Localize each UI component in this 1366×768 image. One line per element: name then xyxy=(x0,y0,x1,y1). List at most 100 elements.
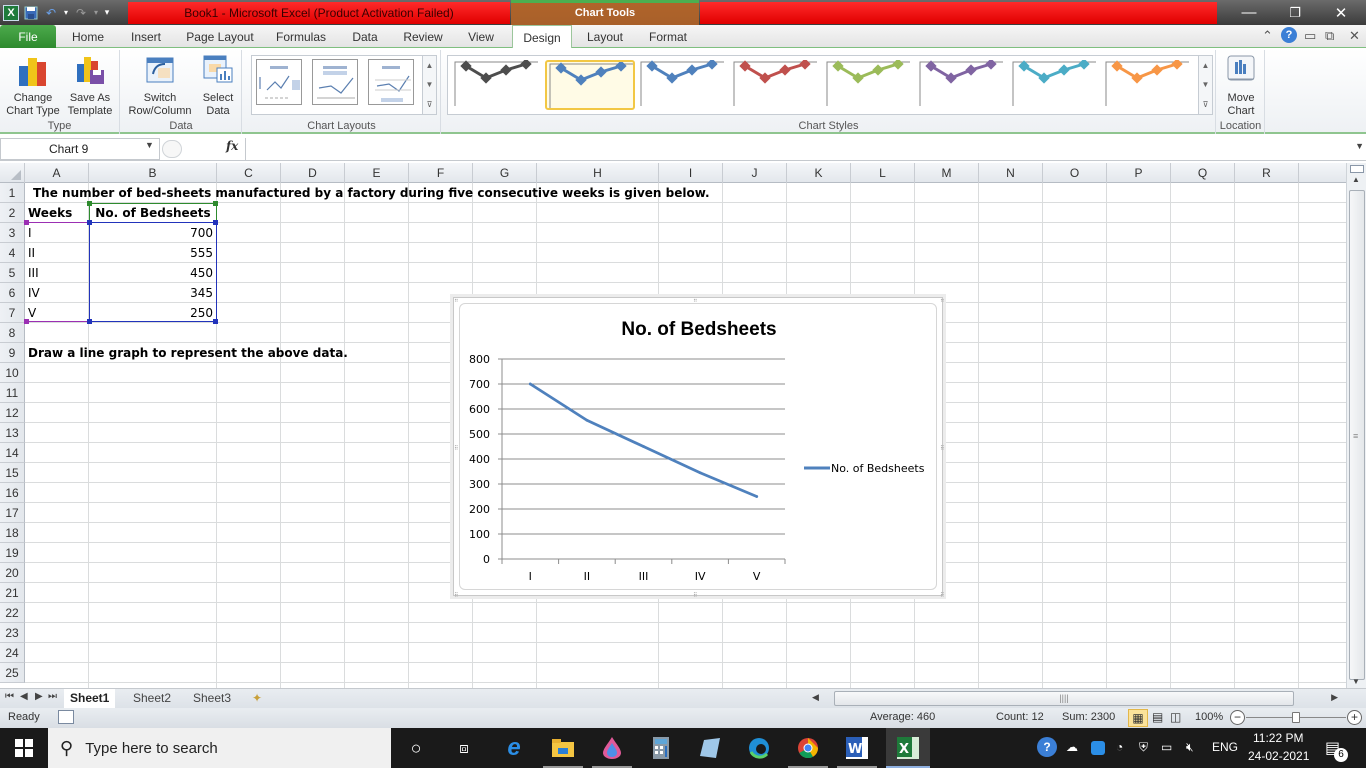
range-handle[interactable] xyxy=(24,220,29,225)
tab-formulas[interactable]: Formulas xyxy=(268,25,334,48)
range-handle[interactable] xyxy=(87,220,92,225)
macro-record-icon[interactable] xyxy=(58,710,74,724)
column-header-d[interactable]: D xyxy=(281,163,345,183)
row-header-10[interactable]: 10 xyxy=(0,363,25,383)
redo-dropdown-icon[interactable]: ▾ xyxy=(92,4,100,22)
change-chart-type-button[interactable]: Change Chart Type xyxy=(4,52,62,118)
cell-b2[interactable]: No. of Bedsheets xyxy=(89,203,217,223)
column-header-e[interactable]: E xyxy=(345,163,409,183)
column-header-r[interactable]: R xyxy=(1235,163,1299,183)
chart-style-4[interactable] xyxy=(731,58,821,110)
sheet-tab-sheet1[interactable]: Sheet1 xyxy=(64,689,116,708)
row-header-6[interactable]: 6 xyxy=(0,283,25,303)
chart-style-5[interactable] xyxy=(824,58,914,110)
range-handle[interactable] xyxy=(87,319,92,324)
row-header-22[interactable]: 22 xyxy=(0,603,25,623)
wifi-icon[interactable]: ◔ xyxy=(1116,740,1123,754)
workbook-minimize-icon[interactable]: ▭ xyxy=(1304,28,1316,44)
sheet-tab-sheet2[interactable]: Sheet2 xyxy=(127,689,177,708)
column-header-p[interactable]: P xyxy=(1107,163,1171,183)
word-icon[interactable]: W xyxy=(837,733,877,763)
task-view-icon[interactable]: ⧈ xyxy=(444,733,484,763)
column-header-k[interactable]: K xyxy=(787,163,851,183)
chart-style-2[interactable] xyxy=(545,60,635,110)
insert-function-icon[interactable]: fx xyxy=(226,139,238,153)
row-header-1[interactable]: 1 xyxy=(0,183,25,203)
range-handle[interactable] xyxy=(213,201,218,206)
row-header-11[interactable]: 11 xyxy=(0,383,25,403)
select-data-button[interactable]: Select Data xyxy=(197,52,239,118)
scroll-right-icon[interactable]: ▶ xyxy=(1331,692,1338,703)
normal-view-icon[interactable]: ▦ xyxy=(1128,709,1148,727)
cell-a2[interactable]: Weeks xyxy=(28,203,72,223)
workbook-restore-icon[interactable]: ⧉ xyxy=(1325,28,1334,44)
paint3d-icon[interactable] xyxy=(592,733,632,763)
cell-a9[interactable]: Draw a line graph to represent the above… xyxy=(28,343,348,363)
row-header-23[interactable]: 23 xyxy=(0,623,25,643)
help-tray-icon[interactable]: ? xyxy=(1037,737,1057,757)
chart-layout-2[interactable] xyxy=(312,59,358,105)
tab-page-layout[interactable]: Page Layout xyxy=(180,25,260,48)
workbook-close-icon[interactable]: ✕ xyxy=(1349,28,1360,44)
range-handle[interactable] xyxy=(213,319,218,324)
column-header-l[interactable]: L xyxy=(851,163,915,183)
zoom-in-button[interactable]: + xyxy=(1347,710,1362,725)
tab-file[interactable]: File xyxy=(0,25,56,48)
chart-style-1[interactable] xyxy=(452,58,542,110)
column-header-a[interactable]: A xyxy=(25,163,89,183)
cell-a3[interactable]: I xyxy=(28,223,32,243)
cell-b6[interactable]: 345 xyxy=(89,283,213,303)
customize-qat-icon[interactable]: ▾ xyxy=(102,4,112,22)
excel-icon[interactable]: X xyxy=(886,728,930,768)
horizontal-scrollbar[interactable]: ◀ |||| ▶ xyxy=(808,691,1338,707)
row-header-18[interactable]: 18 xyxy=(0,523,25,543)
row-header-9[interactable]: 9 xyxy=(0,343,25,363)
prev-sheet-icon[interactable]: ◀ xyxy=(20,691,28,702)
calculator-icon[interactable] xyxy=(641,733,681,763)
row-header-13[interactable]: 13 xyxy=(0,423,25,443)
row-header-3[interactable]: 3 xyxy=(0,223,25,243)
row-header-8[interactable]: 8 xyxy=(0,323,25,343)
close-button[interactable]: ✕ xyxy=(1318,0,1364,25)
row-header-20[interactable]: 20 xyxy=(0,563,25,583)
tab-home[interactable]: Home xyxy=(62,25,114,48)
chart-layout-3[interactable] xyxy=(368,59,414,105)
row-header-7[interactable]: 7 xyxy=(0,303,25,323)
range-handle[interactable] xyxy=(87,201,92,206)
move-chart-button[interactable]: Move Chart xyxy=(1219,52,1263,118)
save-icon[interactable] xyxy=(22,4,40,22)
chrome-icon[interactable] xyxy=(788,733,828,763)
row-header-16[interactable]: 16 xyxy=(0,483,25,503)
chart-style-3[interactable] xyxy=(638,58,728,110)
row-header-25[interactable]: 25 xyxy=(0,663,25,683)
formula-input[interactable] xyxy=(245,138,1350,160)
row-header-5[interactable]: 5 xyxy=(0,263,25,283)
cell-a4[interactable]: II xyxy=(28,243,35,263)
tab-view[interactable]: View xyxy=(458,25,504,48)
chart-style-8[interactable] xyxy=(1103,58,1193,110)
security-icon[interactable]: ⛨ xyxy=(1139,740,1148,755)
onedrive-icon[interactable]: ☁ xyxy=(1066,740,1078,754)
row-header-2[interactable]: 2 xyxy=(0,203,25,223)
row-header-15[interactable]: 15 xyxy=(0,463,25,483)
tab-data[interactable]: Data xyxy=(342,25,388,48)
range-handle[interactable] xyxy=(24,319,29,324)
row-header-12[interactable]: 12 xyxy=(0,403,25,423)
column-header-q[interactable]: Q xyxy=(1171,163,1235,183)
page-layout-view-icon[interactable]: ▤ xyxy=(1152,710,1163,724)
last-sheet-icon[interactable]: ⏭ xyxy=(48,691,57,702)
sheet-tab-sheet3[interactable]: Sheet3 xyxy=(187,689,237,708)
expand-formula-bar-icon[interactable]: ▼ xyxy=(1355,141,1364,151)
chart-layout-1[interactable] xyxy=(256,59,302,105)
next-sheet-icon[interactable]: ▶ xyxy=(35,691,43,702)
volume-muted-icon[interactable]: 🔇︎ xyxy=(1186,740,1194,755)
column-header-m[interactable]: M xyxy=(915,163,979,183)
column-header-c[interactable]: C xyxy=(217,163,281,183)
select-all-button[interactable] xyxy=(0,163,25,183)
name-box-dropdown-icon[interactable]: ▼ xyxy=(145,140,154,150)
cell-a5[interactable]: III xyxy=(28,263,39,283)
page-break-view-icon[interactable]: ◫ xyxy=(1170,710,1181,724)
save-as-template-button[interactable]: Save As Template xyxy=(62,52,118,118)
cell-b5[interactable]: 450 xyxy=(89,263,213,283)
insert-worksheet-icon[interactable]: ✦ xyxy=(252,691,262,705)
